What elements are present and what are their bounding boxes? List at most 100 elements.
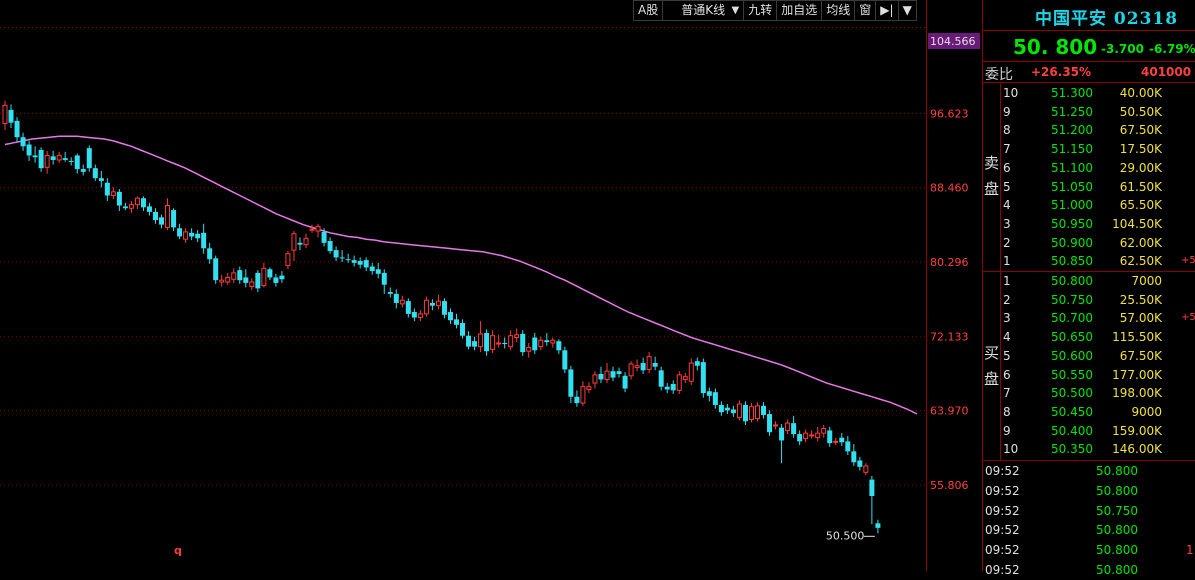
y-axis-tick-label: 55.806: [930, 479, 969, 492]
y-axis-tick-label: 63.970: [930, 405, 969, 418]
stock-title: 中国平安 02318: [1035, 9, 1179, 29]
candle-body: [712, 392, 718, 405]
ask-vol: 62.00K: [1119, 235, 1162, 250]
candle-body: [520, 333, 526, 353]
candle-body: [243, 277, 249, 283]
candle-body: [303, 237, 309, 246]
price-change-pct: -6.79%: [1149, 42, 1195, 56]
candle-body: [821, 428, 827, 434]
ask-price: 50.950: [1051, 216, 1093, 231]
ask-price: 51.150: [1051, 142, 1093, 157]
bid-row[interactable]: 7 50.500 198.00K: [983, 384, 1195, 403]
candle-body: [484, 332, 490, 352]
candle-body: [122, 206, 128, 209]
kline-chart-area[interactable]: 104.566 96.623 88.460 80.296 72.133 63.970 55.…: [0, 0, 981, 571]
bid-price: 50.350: [1051, 442, 1093, 457]
tick-row: 09:52 50.800 1: [983, 540, 1195, 560]
candle-body: [634, 365, 640, 369]
bid-price: 50.450: [1051, 404, 1093, 419]
candle-body: [622, 375, 628, 389]
bid-row[interactable]: 5 50.600 67.50K: [983, 347, 1195, 366]
bid-price: 50.600: [1051, 348, 1093, 363]
candle-body: [20, 137, 26, 147]
market-a-share-button[interactable]: A股: [633, 0, 664, 21]
bid-row[interactable]: 3 50.700 57.00K +50: [983, 309, 1195, 328]
ask-vol: 50.50K: [1119, 104, 1162, 119]
moving-average-line: [4, 135, 918, 415]
candle-body: [857, 460, 863, 467]
candle-body: [785, 422, 791, 431]
bid-row[interactable]: 9 50.400 159.00K: [983, 422, 1195, 441]
candle-body: [363, 260, 369, 268]
candle-body: [213, 258, 219, 281]
tick-price: 50.750: [1096, 503, 1138, 518]
candle-body: [773, 424, 779, 427]
candle-body: [255, 272, 261, 289]
window-button[interactable]: 窗: [854, 0, 877, 21]
tick-time: 09:52: [985, 543, 1020, 558]
divider: [983, 82, 1195, 83]
kline-type-dropdown[interactable]: 普通K线 ▼: [662, 0, 745, 21]
ask-row[interactable]: 1 50.850 62.50K +50: [983, 252, 1195, 271]
bid-row[interactable]: 6 50.550 177.00K: [983, 366, 1195, 385]
candle-body: [869, 479, 875, 496]
moving-average-button[interactable]: 均线: [821, 0, 856, 21]
candle-body: [586, 386, 592, 390]
candle-body: [369, 266, 375, 272]
candle-body: [574, 396, 580, 404]
bid-row[interactable]: 4 50.650 115.50K: [983, 328, 1195, 347]
ask-row[interactable]: 7 51.150 17.50K: [983, 140, 1195, 159]
bid-row[interactable]: 1 50.800 7000: [983, 272, 1195, 291]
candle-body: [104, 182, 110, 196]
last-price: 50. 800: [1013, 35, 1098, 59]
bid-vol: 177.00K: [1112, 367, 1162, 382]
bid-row[interactable]: 10 50.350 146.00K: [983, 440, 1195, 459]
ask-row[interactable]: 10 51.300 40.00K: [983, 84, 1195, 103]
candle-body: [610, 371, 616, 378]
y-axis-tick-label: 96.623: [930, 107, 969, 120]
ask-extra: +50: [1181, 255, 1195, 267]
ask-price: 50.900: [1051, 235, 1093, 250]
bid-vol: 7000: [1131, 274, 1162, 288]
candle-body: [791, 423, 797, 435]
kline-chart[interactable]: 104.566 96.623 88.460 80.296 72.133 63.970 55.…: [0, 0, 981, 571]
bid-extra: +50: [1181, 312, 1195, 324]
menu-dropdown-icon[interactable]: ▼: [897, 0, 917, 21]
candle-body: [833, 440, 839, 443]
candle-body: [797, 434, 803, 442]
ask-row[interactable]: 3 50.950 104.50K: [983, 215, 1195, 234]
ask-row[interactable]: 6 51.100 29.00K: [983, 159, 1195, 178]
kline-type-label: 普通K线: [681, 3, 726, 17]
candle-body: [80, 169, 86, 172]
candle-body: [351, 260, 357, 263]
ask-price: 51.250: [1051, 104, 1093, 119]
candle-body: [875, 523, 881, 528]
ask-row[interactable]: 4 51.000 65.50K: [983, 196, 1195, 215]
candle-body: [128, 204, 134, 209]
bid-row[interactable]: 2 50.750 25.50K: [983, 291, 1195, 310]
candle-body: [183, 231, 189, 240]
candle-body: [68, 160, 74, 162]
candle-body: [32, 155, 38, 158]
candle-body: [490, 335, 496, 350]
ask-row[interactable]: 5 51.050 61.50K: [983, 178, 1195, 197]
ask-row[interactable]: 8 51.200 67.50K: [983, 121, 1195, 140]
bid-level: 1: [1003, 274, 1011, 288]
bid-level: 10: [1003, 442, 1019, 457]
add-watchlist-button[interactable]: 加自选: [776, 0, 823, 21]
candle-body: [688, 362, 694, 382]
ask-level: 9: [1003, 104, 1011, 119]
tick-price: 50.800: [1096, 464, 1138, 478]
ask-row[interactable]: 2 50.900 62.00K: [983, 234, 1195, 253]
jiuzhuan-button[interactable]: 九转: [743, 0, 778, 21]
ask-vol: 40.00K: [1119, 86, 1162, 100]
candle-body: [2, 104, 8, 125]
bid-row[interactable]: 8 50.450 9000: [983, 403, 1195, 422]
candle-body: [171, 210, 177, 228]
play-end-icon[interactable]: ▶|: [875, 0, 899, 21]
ask-row[interactable]: 9 51.250 50.50K: [983, 103, 1195, 122]
candle-body: [562, 350, 568, 370]
ask-price: 51.000: [1051, 198, 1093, 213]
candle-body: [381, 272, 387, 285]
candle-body: [219, 279, 225, 283]
